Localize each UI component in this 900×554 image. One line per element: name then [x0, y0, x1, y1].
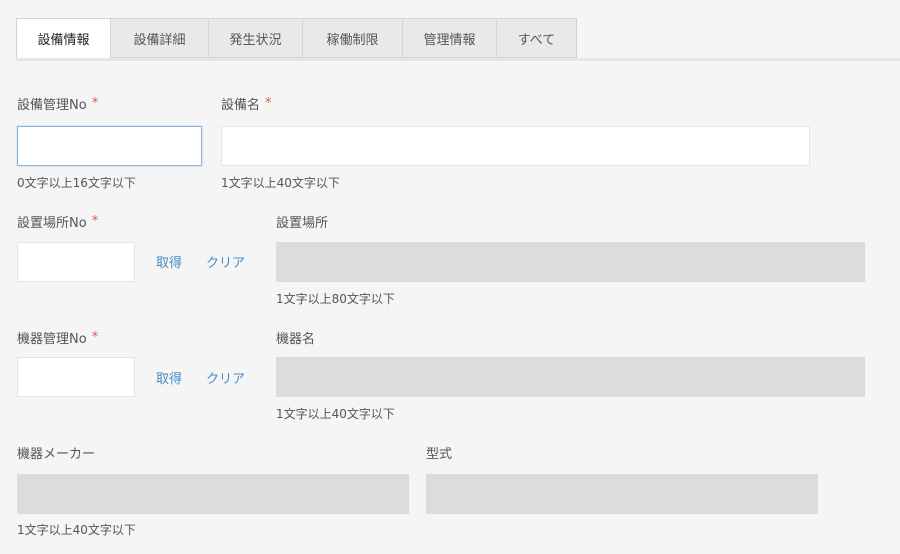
device-maker-hint: 1文字以上40文字以下 [17, 523, 136, 537]
equipment-mgmt-no-hint: 0文字以上16文字以下 [17, 176, 136, 190]
equipment-name-label-text: 設備名 [221, 98, 261, 113]
device-mgmt-no-label: 機器管理No * [17, 328, 98, 347]
tab-operation-limit[interactable]: 稼働制限 [303, 18, 403, 58]
tab-equipment-info[interactable]: 設備情報 [16, 18, 111, 58]
device-name-input [276, 357, 865, 397]
location-no-input[interactable] [17, 242, 135, 282]
device-name-hint: 1文字以上40文字以下 [276, 407, 395, 421]
location-clear-link[interactable]: クリア [206, 252, 245, 271]
location-no-label: 設置場所No * [17, 212, 98, 231]
device-name-label: 機器名 [276, 332, 316, 347]
tab-equipment-detail[interactable]: 設備詳細 [111, 18, 209, 58]
device-maker-label: 機器メーカー [17, 447, 96, 462]
model-input [426, 474, 818, 514]
location-input [276, 242, 865, 282]
required-mark: * [91, 330, 99, 345]
equipment-form-page: 設備情報 設備詳細 発生状況 稼働制限 管理情報 すべて 設備管理No * 0文… [0, 0, 900, 554]
equipment-mgmt-no-label-text: 設備管理No [17, 98, 87, 113]
tab-bar: 設備情報 設備詳細 発生状況 稼働制限 管理情報 すべて [16, 18, 900, 61]
device-mgmt-no-input[interactable] [17, 357, 135, 397]
location-hint: 1文字以上80文字以下 [276, 292, 395, 306]
tab-all[interactable]: すべて [497, 18, 577, 58]
device-clear-link[interactable]: クリア [206, 368, 245, 387]
location-fetch-link[interactable]: 取得 [156, 252, 182, 271]
model-label: 型式 [426, 447, 453, 462]
equipment-name-label: 設備名 * [221, 94, 272, 113]
equipment-name-hint: 1文字以上40文字以下 [221, 176, 340, 190]
equipment-mgmt-no-label: 設備管理No * [17, 94, 98, 113]
location-label: 設置場所 [276, 216, 329, 231]
device-maker-input [17, 474, 409, 514]
device-mgmt-no-label-text: 機器管理No [17, 332, 87, 347]
tab-management-info[interactable]: 管理情報 [403, 18, 497, 58]
equipment-mgmt-no-input[interactable] [17, 126, 202, 166]
required-mark: * [91, 96, 99, 111]
required-mark: * [91, 214, 99, 229]
location-no-label-text: 設置場所No [17, 216, 87, 231]
tab-occurrence-status[interactable]: 発生状況 [209, 18, 303, 58]
device-fetch-link[interactable]: 取得 [156, 368, 182, 387]
equipment-name-input[interactable] [221, 126, 810, 166]
required-mark: * [265, 96, 272, 111]
